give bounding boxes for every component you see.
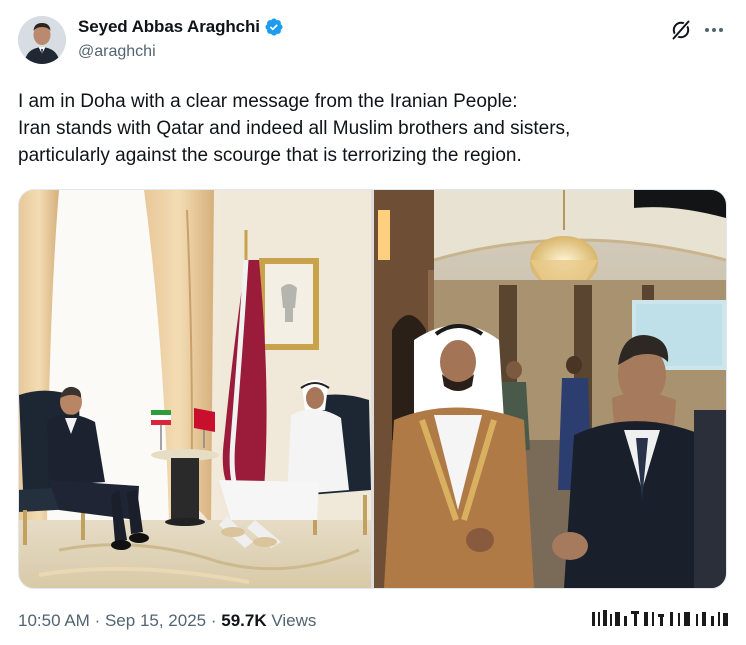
tweet-text-line: particularly against the scourge that is… xyxy=(18,145,522,166)
tweet-text-line: I am in Doha with a clear message from t… xyxy=(18,91,518,112)
tweet-date[interactable]: Sep 15, 2025 xyxy=(105,611,206,630)
tweet-time[interactable]: 10:50 AM xyxy=(18,611,90,630)
views-label: Views xyxy=(271,611,317,630)
author-handle[interactable]: @araghchi xyxy=(78,43,156,61)
media-photo-meeting[interactable] xyxy=(19,190,371,588)
author-name-row[interactable]: Seyed Abbas Araghchi xyxy=(78,17,284,37)
grok-icon[interactable] xyxy=(669,18,693,42)
meta-separator: · xyxy=(94,611,101,630)
tweet-text: I am in Doha with a clear message from t… xyxy=(18,88,728,169)
tweet-text-line: Iran stands with Qatar and indeed all Mu… xyxy=(18,118,571,139)
avatar[interactable] xyxy=(18,16,66,64)
views-count: 59.7K xyxy=(221,611,267,630)
tweet-meta: 10:50 AM · Sep 15, 2025 · 59.7K Views xyxy=(18,611,316,631)
watermark-logo xyxy=(592,608,730,630)
tweet-card: Seyed Abbas Araghchi @araghchi I am in D… xyxy=(0,0,746,645)
verified-badge-icon[interactable] xyxy=(264,17,284,37)
media-photo-conference[interactable] xyxy=(374,190,726,588)
author-name[interactable]: Seyed Abbas Araghchi xyxy=(78,17,260,37)
more-horizontal-icon[interactable] xyxy=(702,18,726,42)
meta-separator: · xyxy=(210,611,217,630)
media-grid xyxy=(18,189,727,589)
